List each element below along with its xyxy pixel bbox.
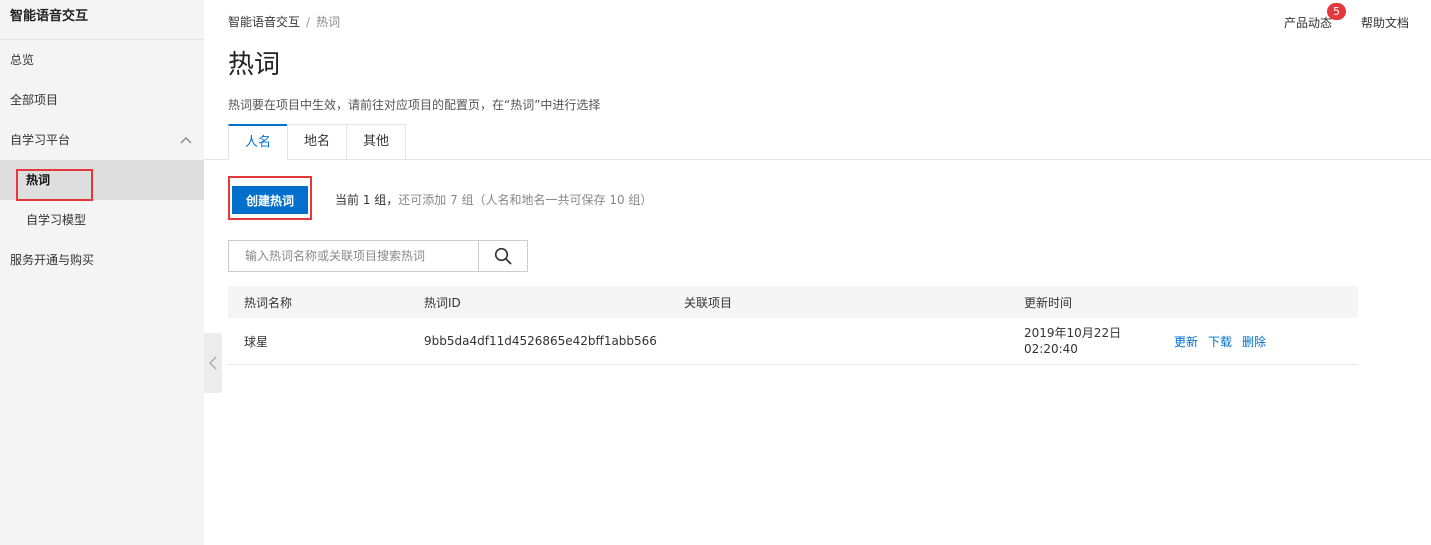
update-link[interactable]: 更新 — [1174, 333, 1198, 350]
notification-badge: 5 — [1326, 3, 1346, 20]
column-header-project: 关联项目 — [684, 295, 733, 310]
quota-current: 当前 1 组， — [335, 193, 399, 207]
product-news-label: 产品动态 — [1283, 16, 1332, 30]
product-news-link[interactable]: 产品动态 5 — [1283, 3, 1346, 31]
sidebar-item-all-projects[interactable]: 全部项目 — [0, 80, 204, 120]
tab-bar: 人名 地名 其他 — [228, 124, 407, 160]
column-header-id: 热词ID — [424, 295, 461, 310]
chevron-up-icon[interactable] — [178, 120, 194, 160]
sidebar-item-hotwords[interactable]: 热词 — [0, 160, 204, 200]
sidebar-item-self-learning-model[interactable]: 自学习模型 — [0, 200, 204, 240]
column-header-name: 热词名称 — [244, 295, 293, 310]
search-button[interactable] — [478, 241, 527, 271]
column-header-updated: 更新时间 — [1024, 295, 1073, 310]
create-hotword-button[interactable]: 创建热词 — [232, 186, 308, 214]
hotword-updated-time: 2019年10月22日 02:20:40 — [1024, 318, 1121, 364]
sidebar: 智能语音交互 总览 全部项目 自学习平台 热词 自学习模型 服务开通与购买 — [0, 0, 204, 545]
search-input[interactable] — [229, 241, 478, 271]
tab-person-names[interactable]: 人名 — [228, 124, 289, 160]
quota-remaining: 还可添加 7 组（人名和地名一共可保存 10 组） — [398, 193, 653, 207]
delete-link[interactable]: 删除 — [1242, 333, 1266, 350]
page-title: 热词 — [228, 50, 281, 80]
table-header: 热词名称 热词ID 关联项目 更新时间 — [228, 286, 1358, 318]
tab-place-names[interactable]: 地名 — [287, 124, 348, 160]
breadcrumb-separator: / — [306, 15, 311, 29]
hotword-id: 9bb5da4df11d4526865e42bff1abb566 — [424, 334, 657, 348]
updated-clock: 02:20:40 — [1024, 342, 1078, 356]
sidebar-title: 智能语音交互 — [0, 0, 204, 40]
help-docs-link[interactable]: 帮助文档 — [1361, 14, 1409, 31]
quota-info: 当前 1 组，还可添加 7 组（人名和地名一共可保存 10 组） — [335, 191, 652, 208]
breadcrumb: 智能语音交互 / 热词 — [228, 13, 340, 30]
chevron-left-icon — [209, 356, 217, 370]
breadcrumb-current: 热词 — [316, 15, 341, 29]
create-button-highlight: 创建热词 — [228, 176, 312, 220]
hotword-table: 热词名称 热词ID 关联项目 更新时间 球星 9bb5da4df11d45268… — [228, 286, 1358, 365]
sidebar-item-overview[interactable]: 总览 — [0, 40, 204, 80]
sidebar-item-service-purchase[interactable]: 服务开通与购买 — [0, 240, 204, 280]
sidebar-item-label: 自学习平台 — [10, 133, 71, 147]
top-links: 产品动态 5 帮助文档 — [1283, 3, 1409, 31]
page-description: 热词要在项目中生效，请前往对应项目的配置页，在“热词”中进行选择 — [228, 98, 601, 112]
sidebar-item-self-learning[interactable]: 自学习平台 — [0, 120, 204, 160]
tab-other[interactable]: 其他 — [346, 124, 407, 160]
breadcrumb-root[interactable]: 智能语音交互 — [228, 15, 300, 29]
download-link[interactable]: 下载 — [1208, 333, 1232, 350]
search-icon — [494, 247, 512, 265]
sidebar-collapse-handle[interactable] — [204, 333, 222, 393]
hotword-name: 球星 — [244, 334, 269, 349]
row-actions: 更新 下载 删除 — [1174, 318, 1266, 364]
search-box — [228, 240, 528, 272]
table-row: 球星 9bb5da4df11d4526865e42bff1abb566 2019… — [228, 318, 1358, 365]
updated-date: 2019年10月22日 — [1024, 326, 1122, 340]
